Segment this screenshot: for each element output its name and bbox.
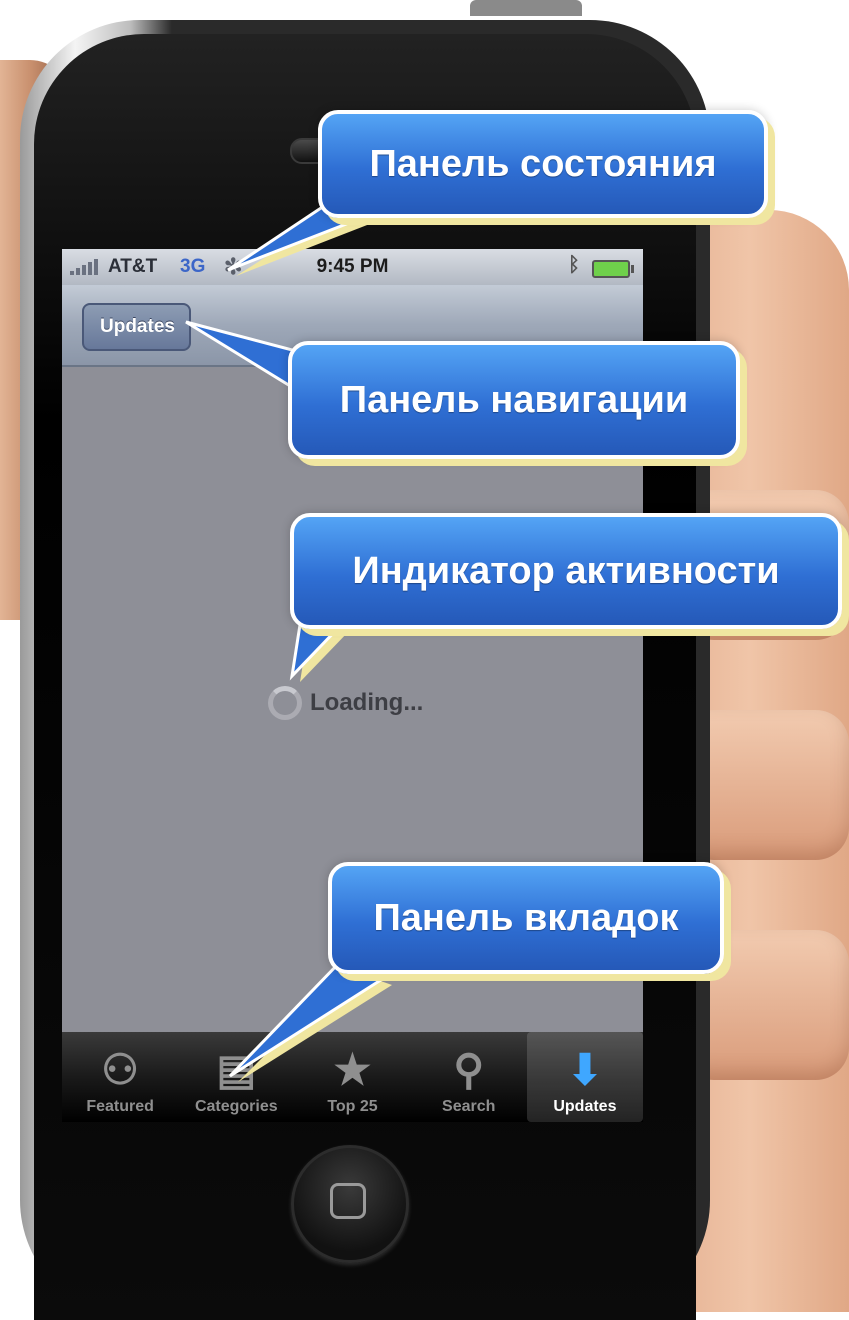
tab-pointer — [228, 960, 388, 1078]
callout-navigation-bar: Панель навигации — [288, 341, 740, 459]
callout-tab-bar: Панель вкладок — [328, 862, 724, 974]
callout-activity-indicator: Индикатор активности — [290, 513, 842, 629]
nav-pointer — [185, 320, 302, 395]
callout-status-bar: Панель состояния — [318, 110, 768, 218]
